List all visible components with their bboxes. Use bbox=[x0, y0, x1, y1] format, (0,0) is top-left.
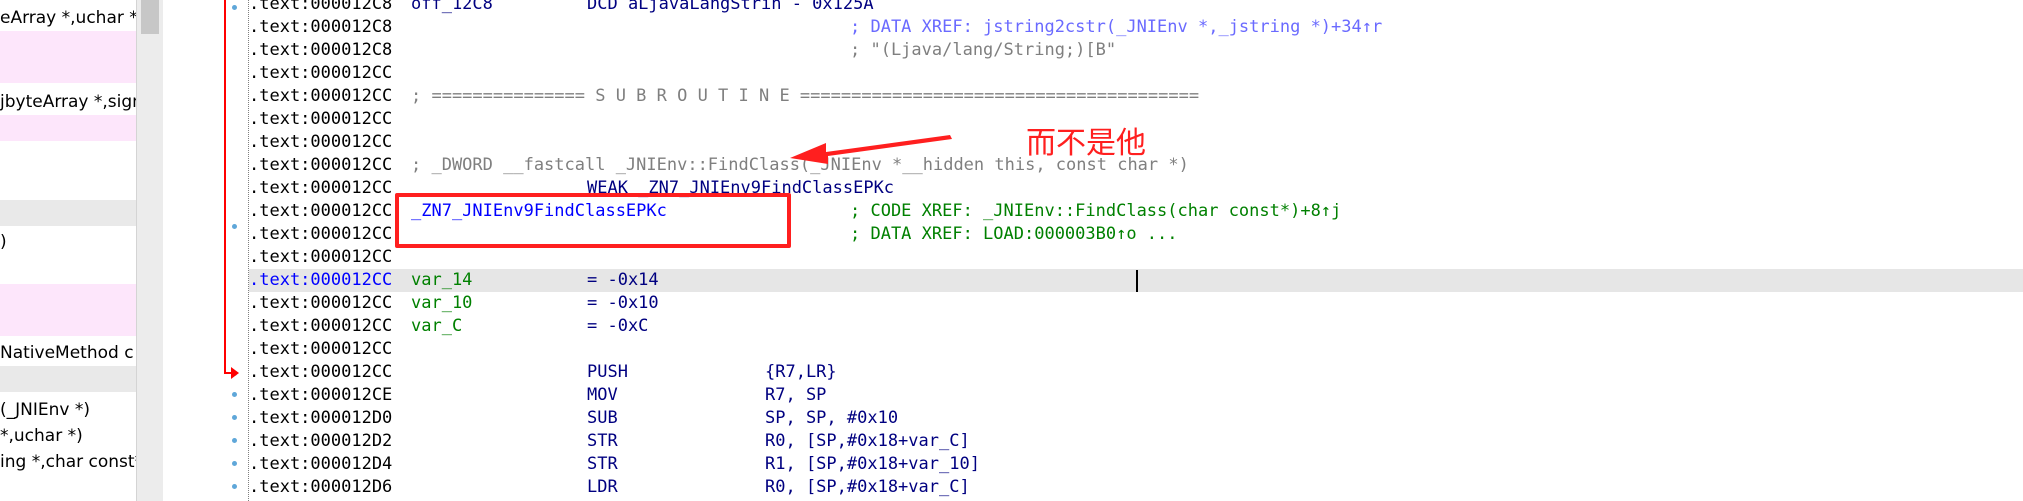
listing-line[interactable]: .text:000012CE MOV R7, SP bbox=[249, 384, 2023, 407]
function-list-item[interactable] bbox=[0, 57, 136, 83]
instruction-mnemonic: STR bbox=[587, 431, 618, 451]
listing-line[interactable]: .text:000012D4 STR R1, [SP,#0x18+var_10] bbox=[249, 453, 2023, 476]
function-list-item[interactable] bbox=[0, 31, 136, 57]
listing-line[interactable]: .text:000012CC bbox=[249, 338, 2023, 361]
breakpoint-dot-icon[interactable] bbox=[232, 461, 237, 466]
instruction-mnemonic: MOV bbox=[587, 385, 618, 405]
function-list-item[interactable] bbox=[0, 115, 136, 141]
instruction-operands: SP, SP, #0x10 bbox=[765, 408, 899, 428]
branch-arrow-line bbox=[224, 0, 226, 374]
line-address: .text:000012CC bbox=[249, 178, 393, 198]
line-address: .text:000012D2 bbox=[249, 431, 393, 451]
function-list-item[interactable] bbox=[0, 284, 136, 310]
function-list-item[interactable]: NativeMethod c bbox=[0, 340, 136, 366]
listing-line[interactable]: .text:000012C8 ; DATA XREF: jstring2cstr(… bbox=[249, 16, 2023, 39]
line-address: .text:000012D6 bbox=[249, 477, 393, 497]
instruction-mnemonic: STR bbox=[587, 454, 618, 474]
breakpoint-dot-icon[interactable] bbox=[232, 438, 237, 443]
line-address: .text:000012CC bbox=[249, 63, 393, 83]
xref-comment: ; CODE XREF: _JNIEnv::FindClass(char con… bbox=[850, 201, 1342, 221]
function-list-item[interactable]: jbyteArray *,sign bbox=[0, 89, 136, 115]
breakpoint-dot-icon[interactable] bbox=[232, 5, 237, 10]
line-address: .text:000012CC bbox=[249, 293, 393, 313]
stack-offset: = -0x10 bbox=[587, 293, 659, 313]
line-address: .text:000012CC bbox=[249, 247, 393, 267]
line-address: .text:000012C8 bbox=[249, 40, 393, 60]
breakpoint-dot-icon[interactable] bbox=[232, 415, 237, 420]
function-list-item[interactable]: eArray *,uchar * bbox=[0, 5, 136, 31]
line-address: .text:000012CC bbox=[249, 316, 393, 336]
instruction-operands: R0, [SP,#0x18+var_C] bbox=[765, 477, 970, 497]
instruction-operands: {R7,LR} bbox=[765, 362, 837, 382]
function-list-item[interactable]: ing *,char const* bbox=[0, 449, 136, 475]
subroutine-comment: ; =============== S U B R O U T I N E ==… bbox=[411, 86, 1200, 106]
line-address: .text:000012CC bbox=[249, 201, 393, 221]
function-list-item[interactable]: (_JNIEnv *) bbox=[0, 397, 136, 423]
text-cursor bbox=[1136, 270, 1138, 292]
function-list-item[interactable] bbox=[0, 255, 136, 281]
annotation-label: 而不是他 bbox=[1026, 126, 1146, 161]
line-address: .text:000012CC bbox=[249, 339, 393, 359]
stack-variable: var_14 bbox=[411, 270, 473, 290]
instruction-operands: R0, [SP,#0x18+var_C] bbox=[765, 431, 970, 451]
stack-offset: = -0xC bbox=[587, 316, 649, 336]
listing-line[interactable]: .text:000012CC bbox=[249, 62, 2023, 85]
stack-offset: = -0x14 bbox=[587, 270, 659, 290]
listing-line[interactable]: .text:000012CC var_10 = -0x10 bbox=[249, 292, 2023, 315]
function-list-item[interactable] bbox=[0, 141, 136, 167]
function-list-item[interactable] bbox=[0, 310, 136, 336]
xref-comment: ; DATA XREF: LOAD:000003B0↑o ... bbox=[850, 224, 1178, 244]
function-list-scrollbar[interactable] bbox=[136, 0, 163, 501]
instruction-operands: R7, SP bbox=[765, 385, 827, 405]
listing-line[interactable]: .text:000012CC PUSH {R7,LR} bbox=[249, 361, 2023, 384]
branch-arrow-head-icon bbox=[231, 367, 239, 379]
arrows-gutter bbox=[210, 0, 248, 501]
line-address: .text:000012CC bbox=[249, 155, 393, 175]
string-comment: ; "(Ljava/lang/String;)[B" bbox=[850, 40, 1117, 60]
listing-line[interactable]: .text:000012CC ; =============== S U B R … bbox=[249, 85, 2023, 108]
line-address: .text:000012CC bbox=[249, 86, 393, 106]
scrollbar-thumb[interactable] bbox=[141, 0, 159, 34]
instruction-mnemonic: PUSH bbox=[587, 362, 628, 382]
function-list-item[interactable] bbox=[0, 167, 136, 193]
line-address: .text:000012CC bbox=[249, 109, 393, 129]
annotation-highlight-box bbox=[395, 193, 791, 248]
listing-line[interactable]: .text:000012D0 SUB SP, SP, #0x10 bbox=[249, 407, 2023, 430]
line-address: .text:000012C8 bbox=[249, 0, 393, 14]
listing-line[interactable]: .text:000012CC bbox=[249, 246, 2023, 269]
listing-line[interactable]: .text:000012C8 off_12C8 DCD aLjavaLangStri… bbox=[249, 0, 2023, 16]
function-list-item[interactable]: ) bbox=[0, 229, 136, 255]
line-address: .text:000012CE bbox=[249, 385, 393, 405]
xref-comment: ; DATA XREF: jstring2cstr(_JNIEnv *,_jst… bbox=[850, 17, 1383, 37]
breakpoint-dot-icon[interactable] bbox=[232, 224, 237, 229]
line-address: .text:000012D4 bbox=[249, 454, 393, 474]
data-label: off_12C8 bbox=[411, 0, 493, 14]
instruction-mnemonic: SUB bbox=[587, 408, 618, 428]
line-address: .text:000012CC bbox=[249, 132, 393, 152]
line-address: .text:000012CC bbox=[249, 362, 393, 382]
function-list-panel[interactable]: eArray *,uchar * jbyteArray *,sign) Native… bbox=[0, 0, 136, 501]
line-address: .text:000012C8 bbox=[249, 17, 393, 37]
listing-line[interactable]: .text:000012D2 STR R0, [SP,#0x18+var_C] bbox=[249, 430, 2023, 453]
breakpoint-dot-icon[interactable] bbox=[232, 484, 237, 489]
line-address: .text:000012D0 bbox=[249, 408, 393, 428]
listing-line[interactable]: .text:000012D6 LDR R0, [SP,#0x18+var_C] bbox=[249, 476, 2023, 499]
breakpoint-dot-icon[interactable] bbox=[232, 392, 237, 397]
stack-variable: var_10 bbox=[411, 293, 473, 313]
data-directive: DCD aLjavaLangStrin - 0x125A bbox=[587, 0, 874, 14]
stack-variable: var_C bbox=[411, 316, 463, 336]
function-list-item[interactable] bbox=[0, 200, 136, 226]
function-list-item[interactable]: *,uchar *) bbox=[0, 423, 136, 449]
line-address: .text:000012CC bbox=[249, 224, 393, 244]
instruction-mnemonic: LDR bbox=[587, 477, 618, 497]
line-address: .text:000012CC bbox=[249, 270, 393, 290]
listing-line[interactable]: .text:000012C8 ; "(Ljava/lang/String;)[B" bbox=[249, 39, 2023, 62]
listing-line[interactable]: .text:000012CC var_C = -0xC bbox=[249, 315, 2023, 338]
instruction-operands: R1, [SP,#0x18+var_10] bbox=[765, 454, 980, 474]
function-list-item[interactable] bbox=[0, 366, 136, 392]
